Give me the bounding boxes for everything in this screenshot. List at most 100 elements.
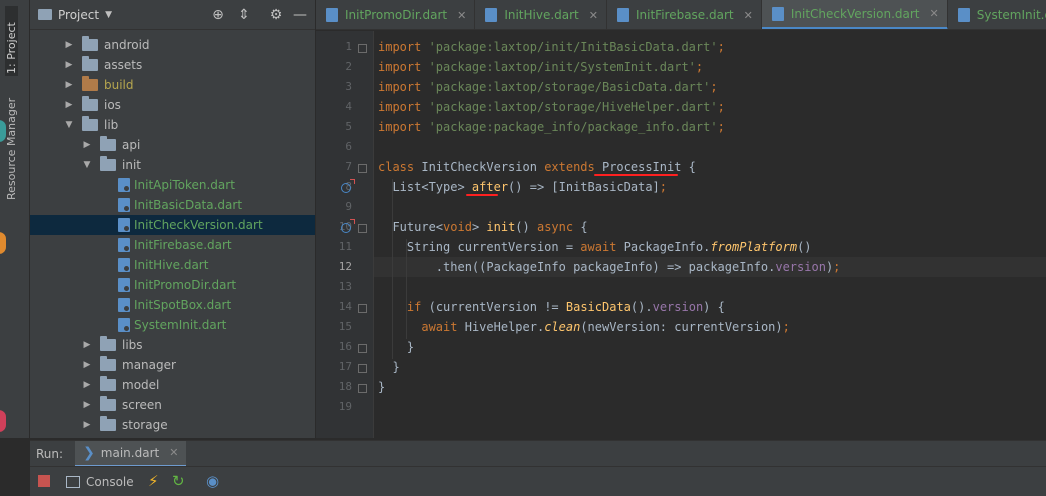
code-line[interactable]: } xyxy=(378,377,385,397)
red-annotation-underline xyxy=(594,174,678,176)
chevron-right-icon[interactable]: ▶ xyxy=(82,420,92,430)
code-line[interactable]: } xyxy=(378,357,399,377)
fold-marker-icon[interactable] xyxy=(358,384,367,393)
tree-folder[interactable]: ▶ api xyxy=(30,135,315,155)
chevron-down-icon[interactable]: ▼ xyxy=(64,120,74,130)
code-line[interactable]: import 'package:laxtop/init/SystemInit.d… xyxy=(378,57,703,77)
tree-file[interactable]: InitBasicData.dart xyxy=(30,195,315,215)
tree-item-label: SystemInit.dart xyxy=(134,318,227,332)
tree-file[interactable]: InitPromoDir.dart xyxy=(30,275,315,295)
code-line[interactable]: if (currentVersion != BasicData().versio… xyxy=(378,297,725,317)
devtools-icon[interactable]: ◉ xyxy=(206,472,219,490)
code-line[interactable]: List<Type> after() => [InitBasicData]; xyxy=(378,177,667,197)
code-line[interactable]: } xyxy=(378,337,414,357)
tree-folder[interactable]: ▶ manager xyxy=(30,355,315,375)
close-icon[interactable]: ✕ xyxy=(930,7,939,20)
fold-marker-icon[interactable] xyxy=(358,364,367,373)
resource-manager-tool-tab[interactable]: Resource Manager xyxy=(5,98,18,200)
code-line[interactable]: .then((PackageInfo packageInfo) => packa… xyxy=(378,257,841,277)
code-token: (currentVersion != xyxy=(428,300,566,314)
tree-folder[interactable]: ▶ screen xyxy=(30,395,315,415)
override-marker-icon[interactable] xyxy=(341,219,355,233)
fold-marker-icon[interactable] xyxy=(358,304,367,313)
fold-marker-icon[interactable] xyxy=(358,164,367,173)
tree-folder[interactable]: ▼ lib xyxy=(30,115,315,135)
flutter-icon: ❯ xyxy=(83,444,95,461)
run-config-label: main.dart xyxy=(100,445,160,460)
hot-reload-icon[interactable]: ⚡ xyxy=(148,472,159,490)
collapse-all-icon[interactable]: ⇕ xyxy=(236,7,252,23)
chevron-right-icon[interactable]: ▶ xyxy=(64,100,74,110)
project-view-title[interactable]: Project xyxy=(58,8,99,22)
tree-folder[interactable]: ▶ build xyxy=(30,75,315,95)
tree-file[interactable]: InitFirebase.dart xyxy=(30,235,315,255)
editor-tab[interactable]: InitCheckVersion.dart ✕ xyxy=(761,0,948,29)
chevron-right-icon[interactable]: ▶ xyxy=(64,40,74,50)
tree-folder[interactable]: ▼ init xyxy=(30,155,315,175)
console-tab[interactable]: Console xyxy=(66,471,134,493)
hot-restart-icon[interactable]: ↻ xyxy=(172,472,185,490)
close-icon[interactable]: ✕ xyxy=(169,446,178,459)
code-line[interactable]: await HiveHelper.clean(newVersion: curre… xyxy=(378,317,790,337)
code-token: } xyxy=(378,340,415,354)
fold-marker-icon[interactable] xyxy=(358,224,367,233)
project-tool-tab[interactable]: 1: Project xyxy=(5,6,18,76)
chevron-right-icon[interactable]: ▶ xyxy=(64,60,74,70)
chevron-right-icon[interactable]: ▶ xyxy=(82,360,92,370)
tree-file[interactable]: InitApiToken.dart xyxy=(30,175,315,195)
tree-file[interactable]: SystemInit.dart xyxy=(30,315,315,335)
code-token: extends xyxy=(544,160,602,174)
tree-file[interactable]: AppDrawer.dart xyxy=(30,435,315,438)
tree-folder[interactable]: ▶ libs xyxy=(30,335,315,355)
code-token: (). xyxy=(630,300,653,314)
code-token: import xyxy=(378,120,429,134)
run-config-tab[interactable]: ❯ main.dart ✕ xyxy=(75,440,187,467)
tree-folder[interactable]: ▶ storage xyxy=(30,415,315,435)
chevron-down-icon[interactable]: ▼ xyxy=(105,10,112,20)
editor-tab[interactable]: SystemInit.dart✕ xyxy=(948,0,1046,29)
line-number: 16 xyxy=(338,340,352,353)
chevron-right-icon[interactable]: ▶ xyxy=(82,400,92,410)
close-icon[interactable]: ✕ xyxy=(589,9,598,22)
tree-folder[interactable]: ▶ assets xyxy=(30,55,315,75)
chevron-right-icon[interactable]: ▶ xyxy=(82,340,92,350)
gear-icon[interactable]: ⚙ xyxy=(268,7,284,23)
editor-tab[interactable]: InitHive.dart ✕ xyxy=(475,0,607,29)
tree-file[interactable]: InitHive.dart xyxy=(30,255,315,275)
line-number: 18 xyxy=(338,380,352,393)
dart-file-icon xyxy=(118,218,130,232)
code-line[interactable]: String currentVersion = await PackageInf… xyxy=(378,237,812,257)
code-line[interactable]: Future<void> init() async { xyxy=(378,217,587,237)
chevron-down-icon[interactable]: ▼ xyxy=(82,160,92,170)
fold-marker-icon[interactable] xyxy=(358,344,367,353)
tree-item-label: lib xyxy=(104,118,119,132)
code-token: version xyxy=(775,260,826,274)
hide-panel-icon[interactable]: — xyxy=(292,7,308,23)
code-line[interactable]: import 'package:package_info/package_inf… xyxy=(378,117,725,137)
code-token: ; xyxy=(717,120,725,134)
dart-file-icon xyxy=(118,178,130,192)
close-icon[interactable]: ✕ xyxy=(744,9,753,22)
chevron-right-icon[interactable]: ▶ xyxy=(82,380,92,390)
chevron-right-icon[interactable]: ▶ xyxy=(82,140,92,150)
project-panel-header: Project ▼ ⊕ ⇕ ⚙ — xyxy=(30,0,315,30)
chevron-right-icon[interactable]: ▶ xyxy=(64,80,74,90)
code-line[interactable]: import 'package:laxtop/storage/HiveHelpe… xyxy=(378,97,725,117)
tree-folder[interactable]: ▶ ios xyxy=(30,95,315,115)
locate-icon[interactable]: ⊕ xyxy=(210,7,226,23)
tree-file[interactable]: InitCheckVersion.dart xyxy=(30,215,315,235)
line-number: 19 xyxy=(338,400,352,413)
close-icon[interactable]: ✕ xyxy=(457,9,466,22)
tree-folder[interactable]: ▶ model xyxy=(30,375,315,395)
tree-file[interactable]: InitSpotBox.dart xyxy=(30,295,315,315)
fold-marker-icon[interactable] xyxy=(358,44,367,53)
folder-icon xyxy=(100,136,116,151)
editor-tab[interactable]: InitFirebase.dart ✕ xyxy=(607,0,762,29)
code-line[interactable]: import 'package:laxtop/init/InitBasicDat… xyxy=(378,37,725,57)
code-line[interactable]: import 'package:laxtop/storage/BasicData… xyxy=(378,77,718,97)
code-token: ; xyxy=(695,60,704,74)
tree-folder[interactable]: ▶ android xyxy=(30,35,315,55)
stop-button[interactable] xyxy=(38,475,50,487)
override-marker-icon[interactable] xyxy=(341,179,355,193)
editor-tab[interactable]: InitPromoDir.dart ✕ xyxy=(316,0,476,29)
